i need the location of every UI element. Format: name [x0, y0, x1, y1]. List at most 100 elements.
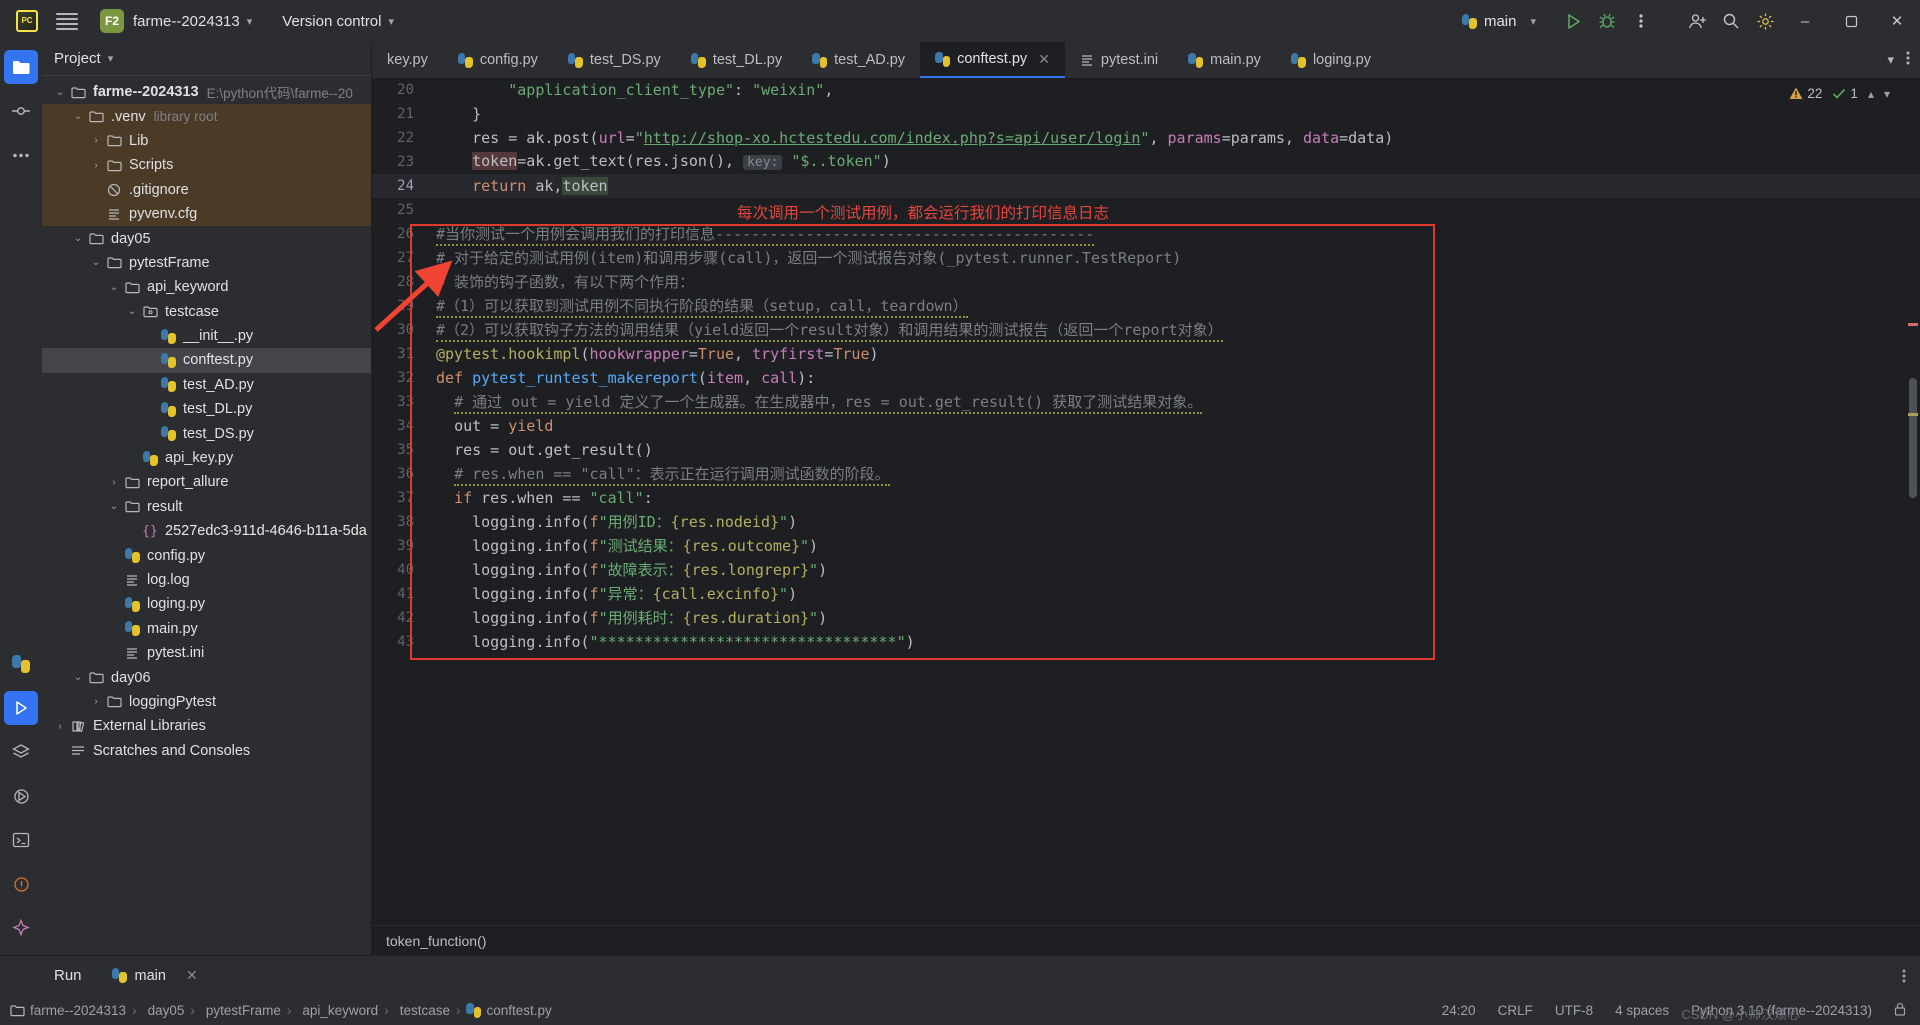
code-line[interactable]: 20 "application_client_type": "weixin", — [372, 78, 1920, 102]
line-number[interactable]: 20 — [372, 78, 428, 102]
chevron-right-icon[interactable]: › — [88, 160, 104, 171]
ai-assistant-icon[interactable] — [4, 911, 38, 945]
search-icon[interactable] — [1714, 4, 1748, 38]
caret-position[interactable]: 24:20 — [1442, 1003, 1476, 1018]
warning-stripe-mark[interactable] — [1908, 413, 1918, 416]
line-separator[interactable]: CRLF — [1498, 1003, 1533, 1018]
debug-tool-icon[interactable] — [4, 779, 38, 813]
chevron-right-icon[interactable]: › — [106, 477, 122, 488]
code-line[interactable]: 32 def pytest_runtest_makereport(item, ca… — [372, 366, 1920, 390]
code-line[interactable]: 35 res = out.get_result() — [372, 438, 1920, 462]
breadcrumb[interactable]: farme--2024313 › day05 › pytestFrame › api_key… — [10, 1002, 552, 1018]
debug-icon[interactable] — [1590, 4, 1624, 38]
tree-node-test-ds-py[interactable]: test_DS.py — [42, 421, 371, 445]
breadcrumb-item[interactable]: conftest.py — [466, 1002, 552, 1018]
code-line[interactable]: 22 res = ak.post(url="http://shop-xo.hct… — [372, 126, 1920, 150]
code-line[interactable]: 34 out = yield — [372, 414, 1920, 438]
line-number[interactable]: 33 — [372, 390, 428, 414]
tree-node-test-dl-py[interactable]: test_DL.py — [42, 397, 371, 421]
code-line[interactable]: 42 logging.info(f"用例耗时：{res.duration}") — [372, 606, 1920, 630]
editor-tab-main-py[interactable]: main.py — [1173, 42, 1276, 78]
line-number[interactable]: 42 — [372, 606, 428, 630]
add-user-icon[interactable] — [1680, 4, 1714, 38]
chevron-down-icon[interactable]: ⌄ — [106, 282, 122, 293]
line-number[interactable]: 43 — [372, 630, 428, 654]
editor-tab-test-dl-py[interactable]: test_DL.py — [676, 42, 797, 78]
code-line[interactable]: 23 token=ak.get_text(res.json(), key: "$… — [372, 150, 1920, 174]
chevron-down-icon[interactable]: ⌄ — [70, 111, 86, 122]
chevron-down-icon[interactable]: ⌄ — [124, 306, 140, 317]
line-number[interactable]: 30 — [372, 318, 428, 342]
tree-node-log-log[interactable]: log.log — [42, 568, 371, 592]
run-icon[interactable] — [1556, 4, 1590, 38]
version-control-menu[interactable]: Version control ▾ — [282, 13, 394, 30]
run-configuration-selector[interactable]: main ▾ — [1461, 13, 1536, 30]
line-number[interactable]: 39 — [372, 534, 428, 558]
tree-node-loggingpytest[interactable]: › loggingPytest — [42, 690, 371, 714]
code-editor[interactable]: 22 1 ▴ ▾ 20 "application_client_type": "… — [372, 78, 1920, 925]
tree-node-day06[interactable]: ⌄ day06 — [42, 665, 371, 689]
inspection-widget[interactable]: 22 1 ▴ ▾ — [1789, 86, 1890, 101]
code-line[interactable]: 39 logging.info(f"测试结果：{res.outcome}") — [372, 534, 1920, 558]
tree-node-farme-2024313[interactable]: ⌄ farme--2024313 E:\python代码\farme--20 — [42, 80, 371, 104]
tree-node-test-ad-py[interactable]: test_AD.py — [42, 373, 371, 397]
lock-icon[interactable] — [1894, 1002, 1906, 1019]
maximize-button[interactable] — [1828, 0, 1874, 42]
tree-node--venv[interactable]: ⌄ .venv library root — [42, 104, 371, 129]
tree-node-testcase[interactable]: ⌄ testcase — [42, 300, 371, 324]
editor-tab-test-ad-py[interactable]: test_AD.py — [797, 42, 920, 78]
tree-node-day05[interactable]: ⌄ day05 — [42, 226, 371, 250]
line-number[interactable]: 25 — [372, 198, 428, 222]
tree-node-scratches-and-consoles[interactable]: Scratches and Consoles — [42, 739, 371, 763]
editor-tab-key-py[interactable]: key.py — [372, 42, 443, 78]
chevron-down-icon[interactable]: ⌄ — [70, 233, 86, 244]
code-line[interactable]: 40 logging.info(f"故障表示：{res.longrepr}") — [372, 558, 1920, 582]
code-line[interactable]: 30 #（2）可以获取钩子方法的调用结果（yield返回一个result对象）和调… — [372, 318, 1920, 342]
line-number[interactable]: 38 — [372, 510, 428, 534]
line-number[interactable]: 37 — [372, 486, 428, 510]
project-selector[interactable]: farme--2024313 ▾ — [133, 13, 252, 30]
line-number[interactable]: 31 — [372, 342, 428, 366]
indent-setting[interactable]: 4 spaces — [1615, 1003, 1669, 1018]
tree-node-scripts[interactable]: › Scripts — [42, 153, 371, 178]
editor-vertical-scrollbar[interactable] — [1909, 378, 1917, 498]
breadcrumb-item[interactable]: pytestFrame — [201, 1003, 281, 1018]
project-tree[interactable]: ⌄ farme--2024313 E:\python代码\farme--20 ⌄ .ve… — [42, 76, 371, 955]
editor-tab-pytest-ini[interactable]: pytest.ini — [1065, 42, 1173, 78]
chevron-down-icon[interactable]: ⌄ — [88, 257, 104, 268]
problems-icon[interactable] — [4, 867, 38, 901]
tree-node-result[interactable]: ⌄ result — [42, 495, 371, 519]
line-number[interactable]: 27 — [372, 246, 428, 270]
line-number[interactable]: 26 — [372, 222, 428, 246]
close-button[interactable]: ✕ — [1874, 0, 1920, 42]
chevron-right-icon[interactable]: › — [88, 696, 104, 707]
line-number[interactable]: 40 — [372, 558, 428, 582]
code-lines[interactable]: 20 "application_client_type": "weixin", 2… — [372, 78, 1920, 654]
python-packages-icon[interactable] — [4, 647, 38, 681]
more-tool-icon[interactable] — [4, 138, 38, 172]
tree-node--gitignore[interactable]: .gitignore — [42, 177, 371, 202]
editor-tab-loging-py[interactable]: loging.py — [1276, 42, 1386, 78]
tree-node-main-py[interactable]: main.py — [42, 617, 371, 641]
line-number[interactable]: 34 — [372, 414, 428, 438]
line-number[interactable]: 22 — [372, 126, 428, 150]
chevron-down-icon[interactable]: ⌄ — [52, 87, 68, 98]
code-line[interactable]: 31 @pytest.hookimpl(hookwrapper=True, try… — [372, 342, 1920, 366]
line-number[interactable]: 41 — [372, 582, 428, 606]
breadcrumb-item[interactable]: testcase — [395, 1003, 450, 1018]
close-icon[interactable]: ✕ — [1038, 51, 1050, 68]
code-line[interactable]: 24 return ak,token — [372, 174, 1920, 198]
project-panel-header[interactable]: Project ▾ — [42, 42, 371, 76]
chevron-down-icon[interactable]: ▾ — [1884, 87, 1890, 101]
tree-node-lib[interactable]: › Lib — [42, 128, 371, 154]
breadcrumb-item[interactable]: day05 — [143, 1003, 185, 1018]
tree-node-2527edc3-911d-4646-b11a-5da[interactable]: {} 2527edc3-911d-4646-b11a-5da — [42, 519, 371, 543]
tree-node-config-py[interactable]: config.py — [42, 543, 371, 567]
editor-tab-conftest-py[interactable]: conftest.py ✕ — [920, 42, 1065, 78]
editor-tab-test-ds-py[interactable]: test_DS.py — [553, 42, 676, 78]
code-line[interactable]: 25 — [372, 198, 1920, 222]
tree-node-api-keyword[interactable]: ⌄ api_keyword — [42, 275, 371, 299]
services-icon[interactable] — [4, 735, 38, 769]
run-tab-main[interactable]: main ✕ — [111, 967, 198, 984]
tree-node-api-key-py[interactable]: api_key.py — [42, 446, 371, 470]
